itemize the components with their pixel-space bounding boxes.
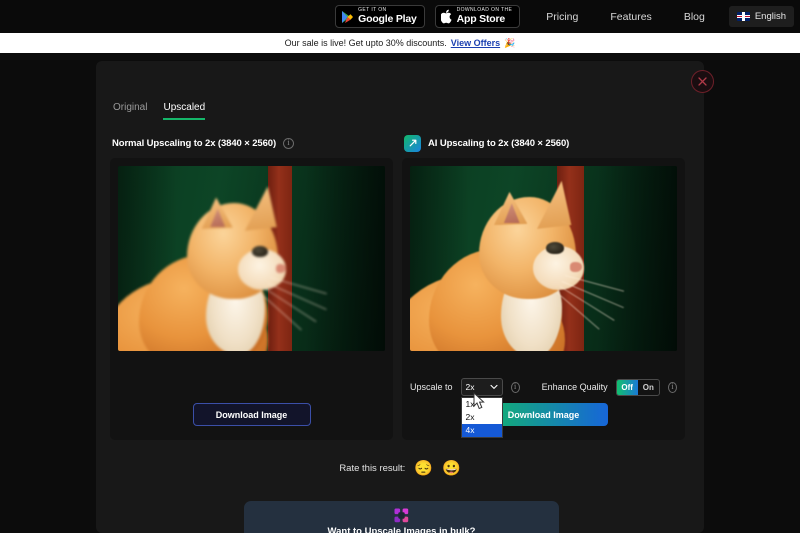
ai-upscale-card: Upscale to 2x 1x 2x 4x i Enhance Quality… [402, 158, 685, 440]
app-store-button[interactable]: Download on the App Store [434, 5, 521, 28]
ai-upscale-header: AI Upscaling to 2x (3840 × 2560) [402, 134, 685, 152]
bulk-upscale-text: Want to Upscale Images in bulk? [327, 526, 476, 533]
normal-upscale-title: Normal Upscaling to 2x (3840 × 2560) [112, 137, 277, 149]
dropdown-option-2x[interactable]: 2x [462, 411, 502, 424]
google-play-button[interactable]: GET IT ON Google Play [335, 5, 425, 28]
info-icon[interactable]: i [283, 137, 295, 149]
dropdown-option-1x[interactable]: 1x [462, 398, 502, 411]
nav-link-blog[interactable]: Blog [668, 11, 721, 23]
normal-upscale-header: Normal Upscaling to 2x (3840 × 2560) i [110, 134, 393, 152]
top-navigation: GET IT ON Google Play Download on the Ap… [0, 0, 800, 33]
language-label: English [754, 11, 786, 22]
ai-upscale-column: AI Upscaling to 2x (3840 × 2560) Upscale… [402, 134, 685, 440]
tab-upscaled[interactable]: Upscaled [163, 102, 206, 120]
page-body: Original Upscaled Normal Upscaling to 2x… [0, 53, 800, 533]
rate-result-row: Rate this result: 😔 😀 [96, 461, 704, 476]
info-icon[interactable]: i [667, 381, 677, 393]
rate-sad-icon[interactable]: 😔 [414, 461, 433, 476]
bulk-upscale-icon [394, 507, 410, 523]
rate-happy-icon[interactable]: 😀 [442, 461, 461, 476]
promo-text: Our sale is live! Get upto 30% discounts… [284, 38, 447, 48]
download-image-button-normal[interactable]: Download Image [192, 403, 311, 426]
ai-upscale-controls: Upscale to 2x 1x 2x 4x i Enhance Quality… [410, 378, 677, 438]
enhance-toggle-off[interactable]: Off [616, 379, 638, 395]
nav-link-pricing[interactable]: Pricing [530, 11, 594, 23]
ai-upscale-icon [404, 134, 421, 152]
normal-upscale-card: Download Image [110, 158, 393, 440]
upscale-to-label: Upscale to [410, 382, 453, 392]
normal-upscaled-image [118, 166, 385, 351]
chevron-down-icon [489, 384, 498, 390]
close-icon[interactable] [691, 70, 714, 93]
uk-flag-icon [736, 12, 750, 21]
google-play-label: Google Play [358, 13, 417, 26]
google-play-icon [341, 10, 354, 24]
enhance-toggle-on[interactable]: On [638, 380, 659, 395]
nav-link-features[interactable]: Features [594, 11, 667, 23]
promo-banner: Our sale is live! Get upto 30% discounts… [0, 33, 800, 53]
tab-original[interactable]: Original [113, 102, 147, 120]
upscale-factor-select[interactable]: 2x [460, 378, 503, 396]
promo-emoji-icon: 🎉 [504, 37, 516, 48]
language-selector[interactable]: English [728, 6, 794, 27]
upscale-factor-select-wrap: 2x 1x 2x 4x [460, 378, 503, 438]
info-icon[interactable]: i [510, 381, 520, 393]
upscale-factor-dropdown[interactable]: 1x 2x 4x [460, 397, 503, 438]
ai-upscaled-image [410, 166, 677, 351]
enhance-quality-label: Enhance Quality [541, 382, 608, 392]
normal-upscale-column: Normal Upscaling to 2x (3840 × 2560) i D… [110, 134, 393, 440]
apple-icon [440, 9, 453, 24]
upscale-factor-value: 2x [465, 382, 475, 392]
rate-result-label: Rate this result: [339, 463, 406, 474]
view-offers-link[interactable]: View Offers [451, 38, 500, 48]
dropdown-option-4x[interactable]: 4x [461, 424, 502, 437]
enhance-quality-toggle[interactable]: Off On [615, 378, 660, 396]
upscale-result-modal: Original Upscaled Normal Upscaling to 2x… [96, 61, 714, 533]
bulk-upscale-banner[interactable]: Want to Upscale Images in bulk? [244, 501, 559, 533]
ai-upscale-title: AI Upscaling to 2x (3840 × 2560) [428, 137, 570, 149]
app-store-label: App Store [456, 13, 506, 26]
result-tabs: Original Upscaled [113, 102, 206, 120]
